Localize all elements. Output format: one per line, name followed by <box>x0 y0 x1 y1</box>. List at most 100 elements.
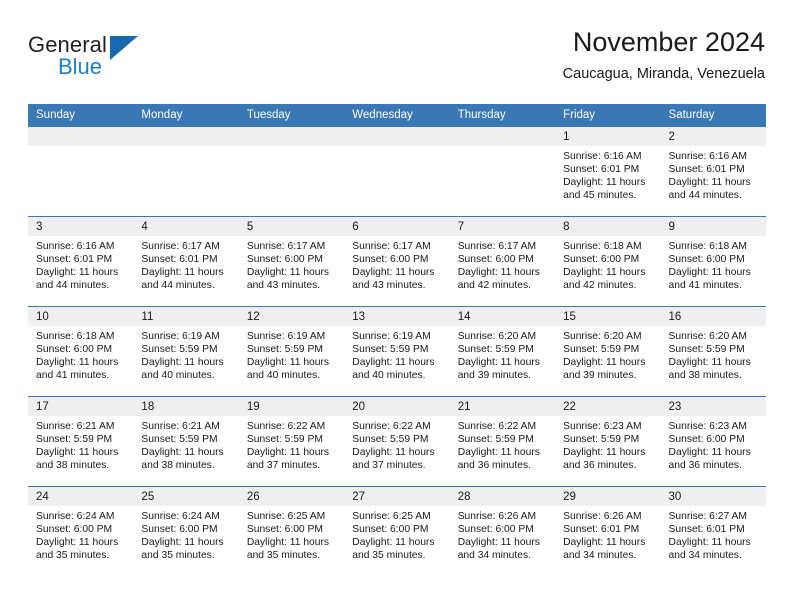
calendar-day-cell[interactable]: 2 Sunrise: 6:16 AM Sunset: 6:01 PM Daylight… <box>660 126 766 217</box>
day-number: 13 <box>344 307 450 326</box>
calendar-day-cell[interactable]: 23 Sunrise: 6:23 AM Sunset: 6:00 PM Dayligh… <box>660 396 766 487</box>
day-details: Sunrise: 6:22 AM Sunset: 5:59 PM Daylight:… <box>239 416 344 472</box>
calendar-day-cell[interactable]: 21 Sunrise: 6:22 AM Sunset: 5:59 PM Dayligh… <box>449 396 556 487</box>
daylight-text: and 37 minutes. <box>352 460 426 472</box>
day-number: 23 <box>660 397 766 416</box>
calendar-day-cell[interactable]: 25 Sunrise: 6:24 AM Sunset: 6:00 PM Dayligh… <box>133 486 239 577</box>
day-cell-inner: 10 Sunrise: 6:18 AM Sunset: 6:00 PM Dayligh… <box>28 307 134 396</box>
sunset-text: Sunset: 6:00 PM <box>246 254 323 266</box>
daylight-text: Daylight: 11 hours <box>141 537 224 549</box>
calendar-day-cell[interactable]: 14 Sunrise: 6:20 AM Sunset: 5:59 PM Dayligh… <box>449 306 556 397</box>
calendar-day-cell[interactable]: 28 Sunrise: 6:26 AM Sunset: 6:00 PM Dayligh… <box>449 486 556 577</box>
day-details: Sunrise: 6:16 AM Sunset: 6:01 PM Daylight:… <box>661 146 766 202</box>
daylight-text: and 38 minutes. <box>668 370 742 382</box>
day-details: Sunrise: 6:23 AM Sunset: 6:00 PM Daylight:… <box>661 416 766 472</box>
calendar-day-cell[interactable]: 16 Sunrise: 6:20 AM Sunset: 5:59 PM Dayligh… <box>660 306 766 397</box>
calendar-day-cell[interactable]: 12 Sunrise: 6:19 AM Sunset: 5:59 PM Dayligh… <box>238 306 345 397</box>
daylight-text: and 44 minutes. <box>141 280 215 292</box>
calendar-day-cell[interactable]: 26 Sunrise: 6:25 AM Sunset: 6:00 PM Dayligh… <box>238 486 345 577</box>
sunset-text: Sunset: 5:59 PM <box>141 344 218 356</box>
daylight-text: and 35 minutes. <box>36 550 110 562</box>
daylight-text: and 43 minutes. <box>352 280 426 292</box>
sunrise-text: Sunrise: 6:20 AM <box>668 331 747 342</box>
day-number: 21 <box>449 397 556 416</box>
day-details: Sunrise: 6:23 AM Sunset: 5:59 PM Daylight:… <box>555 416 660 472</box>
sunrise-text: Sunrise: 6:22 AM <box>352 421 431 432</box>
sunset-text: Sunset: 6:00 PM <box>141 524 218 536</box>
calendar-day-cell[interactable]: 11 Sunrise: 6:19 AM Sunset: 5:59 PM Dayligh… <box>133 306 239 397</box>
calendar-day-cell[interactable]: 17 Sunrise: 6:21 AM Sunset: 5:59 PM Dayligh… <box>28 396 134 487</box>
calendar-day-cell[interactable]: 1 Sunrise: 6:16 AM Sunset: 6:01 PM Daylight… <box>555 126 661 217</box>
day-cell-inner <box>449 127 556 216</box>
day-details <box>239 146 344 150</box>
daylight-text: Daylight: 11 hours <box>36 357 119 369</box>
daylight-text: Daylight: 11 hours <box>141 267 224 279</box>
sunrise-text: Sunrise: 6:25 AM <box>246 511 326 522</box>
calendar-day-cell[interactable]: 8 Sunrise: 6:18 AM Sunset: 6:00 PM Daylight… <box>555 216 661 307</box>
sunrise-text: Sunrise: 6:19 AM <box>141 331 220 342</box>
calendar-day-cell[interactable]: 6 Sunrise: 6:17 AM Sunset: 6:00 PM Daylight… <box>344 216 450 307</box>
calendar-day-cell[interactable]: 29 Sunrise: 6:26 AM Sunset: 6:01 PM Dayligh… <box>555 486 661 577</box>
daylight-text: and 40 minutes. <box>352 370 426 382</box>
day-number: 12 <box>238 307 345 326</box>
calendar-day-cell[interactable]: 30 Sunrise: 6:27 AM Sunset: 6:01 PM Dayligh… <box>660 486 766 577</box>
calendar-day-cell-empty <box>449 126 556 217</box>
daylight-text: and 37 minutes. <box>246 460 321 472</box>
calendar-day-cell-empty <box>238 126 345 217</box>
day-cell-inner: 19 Sunrise: 6:22 AM Sunset: 5:59 PM Dayligh… <box>238 397 345 486</box>
day-cell-inner: 9 Sunrise: 6:18 AM Sunset: 6:00 PM Daylight… <box>660 217 766 306</box>
day-number: 30 <box>660 487 766 506</box>
calendar-day-cell[interactable]: 7 Sunrise: 6:17 AM Sunset: 6:00 PM Daylight… <box>449 216 556 307</box>
calendar-day-cell[interactable]: 24 Sunrise: 6:24 AM Sunset: 6:00 PM Dayligh… <box>28 486 134 577</box>
day-cell-inner: 12 Sunrise: 6:19 AM Sunset: 5:59 PM Dayligh… <box>238 307 345 396</box>
calendar-day-cell[interactable]: 19 Sunrise: 6:22 AM Sunset: 5:59 PM Dayligh… <box>238 396 345 487</box>
calendar-day-cell[interactable]: 20 Sunrise: 6:22 AM Sunset: 5:59 PM Dayligh… <box>344 396 450 487</box>
calendar-day-cell[interactable]: 9 Sunrise: 6:18 AM Sunset: 6:00 PM Daylight… <box>660 216 766 307</box>
calendar-day-cell[interactable]: 18 Sunrise: 6:21 AM Sunset: 5:59 PM Dayligh… <box>133 396 239 487</box>
daylight-text: Daylight: 11 hours <box>352 267 435 279</box>
calendar-day-cell[interactable]: 13 Sunrise: 6:19 AM Sunset: 5:59 PM Dayligh… <box>344 306 450 397</box>
day-number: 5 <box>238 217 345 236</box>
day-number: 14 <box>449 307 556 326</box>
daylight-text: and 41 minutes. <box>668 280 742 292</box>
day-number <box>238 127 345 146</box>
day-cell-inner: 22 Sunrise: 6:23 AM Sunset: 5:59 PM Dayligh… <box>555 397 661 486</box>
calendar-week-row: 3 Sunrise: 6:16 AM Sunset: 6:01 PM Daylight… <box>28 216 766 307</box>
calendar-day-cell[interactable]: 27 Sunrise: 6:25 AM Sunset: 6:00 PM Dayligh… <box>344 486 450 577</box>
general-blue-logo[interactable]: General Blue <box>28 32 158 82</box>
calendar-day-cell[interactable]: 10 Sunrise: 6:18 AM Sunset: 6:00 PM Dayligh… <box>28 306 134 397</box>
day-number: 24 <box>28 487 134 506</box>
logo-text-blue: Blue <box>58 54 103 79</box>
day-details: Sunrise: 6:16 AM Sunset: 6:01 PM Daylight:… <box>28 236 133 292</box>
day-details: Sunrise: 6:17 AM Sunset: 6:00 PM Daylight:… <box>450 236 555 292</box>
sunrise-text: Sunrise: 6:18 AM <box>668 241 747 252</box>
daylight-text: and 43 minutes. <box>246 280 321 292</box>
sunrise-text: Sunrise: 6:18 AM <box>563 241 642 252</box>
title-block: November 2024 Caucagua, Miranda, Venezue… <box>563 26 765 84</box>
calendar-day-cell[interactable]: 3 Sunrise: 6:16 AM Sunset: 6:01 PM Daylight… <box>28 216 134 307</box>
sunset-text: Sunset: 6:00 PM <box>352 254 429 266</box>
sunrise-text: Sunrise: 6:21 AM <box>141 421 220 432</box>
day-cell-inner <box>238 127 345 216</box>
calendar-day-cell[interactable]: 5 Sunrise: 6:17 AM Sunset: 6:00 PM Daylight… <box>238 216 345 307</box>
sunset-text: Sunset: 5:59 PM <box>141 434 218 446</box>
daylight-text: Daylight: 11 hours <box>563 537 646 549</box>
day-cell-inner: 5 Sunrise: 6:17 AM Sunset: 6:00 PM Daylight… <box>238 217 345 306</box>
calendar-day-cell[interactable]: 15 Sunrise: 6:20 AM Sunset: 5:59 PM Dayligh… <box>555 306 661 397</box>
calendar-day-cell[interactable]: 22 Sunrise: 6:23 AM Sunset: 5:59 PM Dayligh… <box>555 396 661 487</box>
day-cell-inner: 30 Sunrise: 6:27 AM Sunset: 6:01 PM Dayligh… <box>660 487 766 576</box>
day-details: Sunrise: 6:22 AM Sunset: 5:59 PM Daylight:… <box>450 416 555 472</box>
day-cell-inner: 16 Sunrise: 6:20 AM Sunset: 5:59 PM Dayligh… <box>660 307 766 396</box>
day-number: 7 <box>449 217 556 236</box>
day-number: 29 <box>555 487 661 506</box>
sunrise-text: Sunrise: 6:23 AM <box>563 421 642 432</box>
day-details: Sunrise: 6:18 AM Sunset: 6:00 PM Daylight:… <box>661 236 766 292</box>
sunset-text: Sunset: 6:00 PM <box>246 524 323 536</box>
day-cell-inner: 17 Sunrise: 6:21 AM Sunset: 5:59 PM Dayligh… <box>28 397 134 486</box>
calendar-day-cell[interactable]: 4 Sunrise: 6:17 AM Sunset: 6:01 PM Daylight… <box>133 216 239 307</box>
day-details: Sunrise: 6:26 AM Sunset: 6:01 PM Daylight:… <box>555 506 660 562</box>
calendar-week-row: 24 Sunrise: 6:24 AM Sunset: 6:00 PM Dayligh… <box>28 486 766 577</box>
daylight-text: and 40 minutes. <box>246 370 321 382</box>
day-cell-inner <box>133 127 239 216</box>
daylight-text: Daylight: 11 hours <box>457 267 540 279</box>
